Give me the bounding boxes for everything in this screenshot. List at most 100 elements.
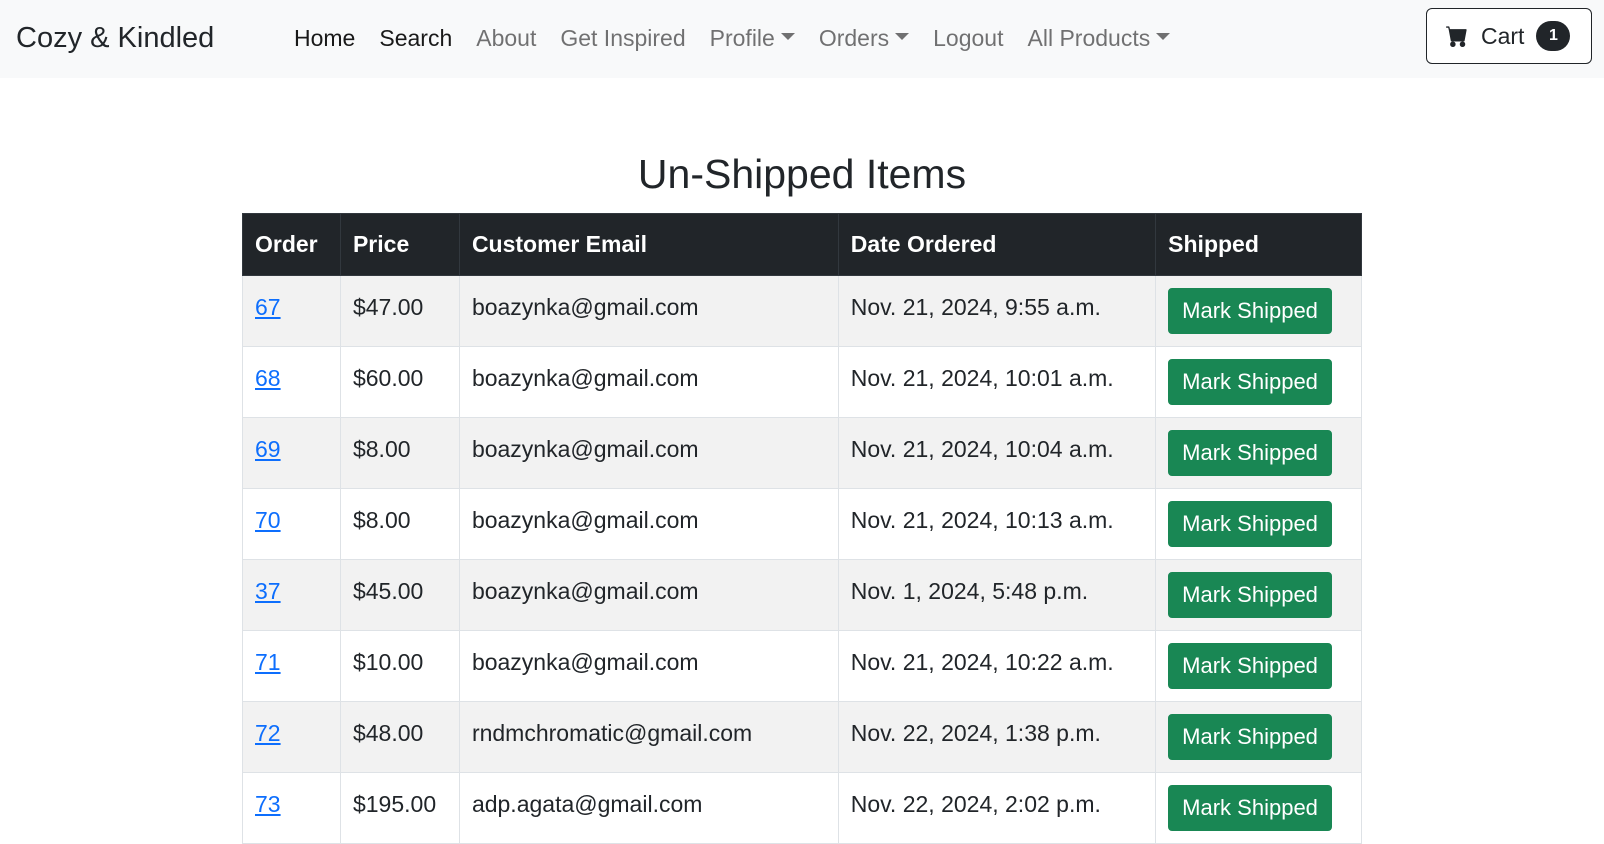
date-cell: Nov. 22, 2024, 1:38 p.m. — [837, 701, 1157, 773]
shipped-cell: Mark Shipped — [1155, 488, 1362, 560]
email-cell: rndmchromatic@gmail.com — [458, 701, 839, 773]
mark-shipped-button[interactable]: Mark Shipped — [1168, 785, 1332, 831]
order-link[interactable]: 37 — [255, 578, 281, 604]
top-navbar: Cozy & Kindled Home Search About Get Ins… — [0, 0, 1604, 78]
order-link[interactable]: 71 — [255, 649, 281, 675]
caret-down-icon — [780, 32, 795, 40]
nav-orders-dropdown[interactable]: Orders — [807, 20, 921, 56]
email-cell: boazynka@gmail.com — [458, 488, 839, 560]
price-cell: $195.00 — [339, 772, 460, 844]
nav-links: Home Search About Get Inspired Profile O… — [282, 20, 1182, 56]
date-value: Nov. 21, 2024, 10:01 a.m. — [850, 364, 1114, 391]
table-header-row: Order Price Customer Email Date Ordered … — [242, 213, 1362, 276]
mark-shipped-button[interactable]: Mark Shipped — [1168, 430, 1332, 476]
email-value: boazynka@gmail.com — [471, 293, 699, 320]
date-value: Nov. 21, 2024, 9:55 a.m. — [850, 293, 1101, 320]
order-link[interactable]: 72 — [255, 720, 281, 746]
email-value: adp.agata@gmail.com — [471, 790, 703, 817]
table-row: 71 $10.00 boazynka@gmail.com Nov. 21, 20… — [242, 630, 1362, 702]
cart-label: Cart — [1481, 22, 1525, 49]
nav-all-products-dropdown[interactable]: All Products — [1016, 20, 1183, 56]
nav-about-label: About — [476, 25, 537, 51]
order-link[interactable]: 73 — [255, 791, 281, 817]
column-header-price: Price — [339, 213, 460, 276]
price-cell: $47.00 — [339, 275, 460, 347]
mark-shipped-button[interactable]: Mark Shipped — [1168, 359, 1332, 405]
table-row: 69 $8.00 boazynka@gmail.com Nov. 21, 202… — [242, 417, 1362, 489]
cart-count-badge: 1 — [1536, 21, 1571, 51]
brand-logo-link[interactable]: Cozy & Kindled — [16, 18, 214, 58]
shipped-cell: Mark Shipped — [1155, 630, 1362, 702]
price-cell: $8.00 — [339, 488, 460, 560]
nav-home[interactable]: Home — [282, 20, 367, 56]
table-row: 68 $60.00 boazynka@gmail.com Nov. 21, 20… — [242, 346, 1362, 418]
table-row: 70 $8.00 boazynka@gmail.com Nov. 21, 202… — [242, 488, 1362, 560]
table-row: 67 $47.00 boazynka@gmail.com Nov. 21, 20… — [242, 275, 1362, 347]
order-cell: 69 — [242, 417, 341, 489]
mark-shipped-button[interactable]: Mark Shipped — [1168, 501, 1332, 547]
mark-shipped-button[interactable]: Mark Shipped — [1168, 572, 1332, 618]
email-value: boazynka@gmail.com — [471, 364, 699, 391]
nav-orders-label: Orders — [818, 25, 890, 51]
email-cell: boazynka@gmail.com — [458, 630, 839, 702]
email-cell: boazynka@gmail.com — [458, 559, 839, 631]
date-value: Nov. 1, 2024, 5:48 p.m. — [850, 577, 1089, 604]
shipped-cell: Mark Shipped — [1155, 417, 1362, 489]
nav-get-inspired[interactable]: Get Inspired — [548, 20, 697, 56]
cart-button[interactable]: Cart 1 — [1426, 8, 1592, 64]
nav-search[interactable]: Search — [367, 20, 464, 56]
caret-down-icon — [895, 32, 910, 40]
order-link[interactable]: 68 — [255, 365, 281, 391]
nav-profile-dropdown[interactable]: Profile — [698, 20, 807, 56]
price-cell: $45.00 — [339, 559, 460, 631]
email-value: boazynka@gmail.com — [471, 577, 699, 604]
price-value: $195.00 — [352, 790, 437, 817]
page-title: Un-Shipped Items — [637, 151, 967, 197]
nav-about[interactable]: About — [464, 20, 548, 56]
price-cell: $10.00 — [339, 630, 460, 702]
email-value: boazynka@gmail.com — [471, 506, 699, 533]
email-value: boazynka@gmail.com — [471, 435, 699, 462]
order-link[interactable]: 69 — [255, 436, 281, 462]
price-cell: $8.00 — [339, 417, 460, 489]
table-row: 37 $45.00 boazynka@gmail.com Nov. 1, 202… — [242, 559, 1362, 631]
order-link[interactable]: 67 — [255, 294, 281, 320]
nav-get-inspired-label: Get Inspired — [560, 25, 686, 51]
shipped-cell: Mark Shipped — [1155, 701, 1362, 773]
price-value: $48.00 — [352, 719, 424, 746]
mark-shipped-button[interactable]: Mark Shipped — [1168, 288, 1332, 334]
mark-shipped-button[interactable]: Mark Shipped — [1168, 714, 1332, 760]
email-value: boazynka@gmail.com — [471, 648, 699, 675]
date-cell: Nov. 21, 2024, 10:22 a.m. — [837, 630, 1157, 702]
date-cell: Nov. 1, 2024, 5:48 p.m. — [837, 559, 1157, 631]
price-value: $60.00 — [352, 364, 424, 391]
shipped-cell: Mark Shipped — [1155, 772, 1362, 844]
cart-icon — [1446, 26, 1467, 47]
order-cell: 67 — [242, 275, 341, 347]
order-cell: 68 — [242, 346, 341, 418]
date-value: Nov. 21, 2024, 10:22 a.m. — [850, 648, 1114, 675]
price-cell: $48.00 — [339, 701, 460, 773]
unshipped-orders-table: Order Price Customer Email Date Ordered … — [242, 213, 1362, 844]
table-row: 73 $195.00 adp.agata@gmail.com Nov. 22, … — [242, 772, 1362, 844]
price-value: $45.00 — [352, 577, 424, 604]
column-header-email: Customer Email — [458, 213, 839, 276]
shipped-cell: Mark Shipped — [1155, 275, 1362, 347]
column-header-order: Order — [242, 213, 341, 276]
price-cell: $60.00 — [339, 346, 460, 418]
order-cell: 73 — [242, 772, 341, 844]
mark-shipped-button[interactable]: Mark Shipped — [1168, 643, 1332, 689]
table-row: 72 $48.00 rndmchromatic@gmail.com Nov. 2… — [242, 701, 1362, 773]
price-value: $47.00 — [352, 293, 424, 320]
nav-logout[interactable]: Logout — [921, 20, 1015, 56]
nav-profile-label: Profile — [709, 25, 775, 51]
order-link[interactable]: 70 — [255, 507, 281, 533]
date-cell: Nov. 22, 2024, 2:02 p.m. — [837, 772, 1157, 844]
price-value: $10.00 — [352, 648, 424, 675]
date-value: Nov. 22, 2024, 1:38 p.m. — [850, 719, 1101, 746]
date-cell: Nov. 21, 2024, 10:13 a.m. — [837, 488, 1157, 560]
date-cell: Nov. 21, 2024, 10:01 a.m. — [837, 346, 1157, 418]
column-header-shipped: Shipped — [1155, 213, 1362, 276]
date-value: Nov. 21, 2024, 10:13 a.m. — [850, 506, 1114, 533]
caret-down-icon — [1156, 32, 1171, 40]
